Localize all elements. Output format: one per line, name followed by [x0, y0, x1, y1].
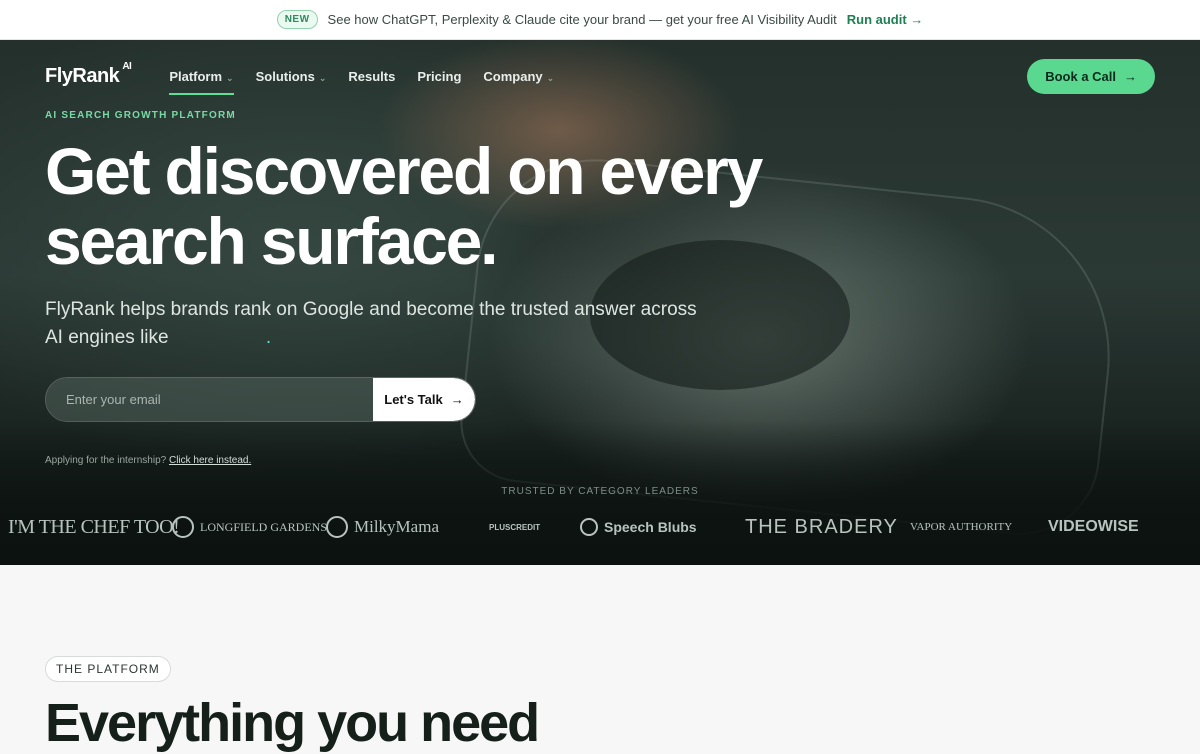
nav-platform[interactable]: Platform ⌄	[169, 63, 234, 95]
nav-links: Platform ⌄ Solutions ⌄ Results Pricing Com…	[169, 63, 554, 95]
arrow-right-icon: →	[450, 392, 464, 407]
trusted-label: TRUSTED BY CATEGORY LEADERS	[501, 486, 699, 497]
brand-logo-vapor-authority: VAPOR AUTHORITY	[910, 521, 1013, 533]
announcement-bar: NEW See how ChatGPT, Perplexity & Claude…	[0, 0, 1200, 40]
section-title: Everything you need	[45, 693, 540, 753]
chevron-down-icon: ⌄	[546, 72, 555, 83]
brand-logo-chef-too: I'M THE CHEF TOO!	[8, 515, 180, 538]
nav-pricing[interactable]: Pricing	[417, 63, 461, 90]
announcement-text: See how ChatGPT, Perplexity & Claude cit…	[327, 12, 837, 27]
chevron-down-icon: ⌄	[318, 72, 327, 83]
email-input[interactable]	[46, 378, 373, 421]
new-badge: NEW	[276, 10, 318, 29]
typing-indicator: .	[265, 327, 272, 348]
book-call-button[interactable]: Book a Call →	[1027, 58, 1155, 94]
brand-logo-videowise: VIDEOWISE	[1048, 518, 1139, 535]
logo[interactable]: FlyRank AI	[45, 61, 132, 88]
hero-subtitle: FlyRank helps brands rank on Google and …	[45, 299, 697, 348]
brand-logo-bradery: THE BRADERY	[745, 515, 898, 538]
chevron-down-icon: ⌄	[226, 72, 234, 83]
brand-logo-longfield: LONGFIELD GARDENS	[172, 516, 327, 538]
main-nav: FlyRank AI Platform ⌄ Solutions ⌄ Results P…	[45, 56, 1155, 96]
hero-section: FlyRank AI Platform ⌄ Solutions ⌄ Results P…	[0, 40, 1200, 565]
nav-solutions[interactable]: Solutions ⌄	[256, 63, 327, 90]
brand-logos: I'M THE CHEF TOO! LONGFIELD GARDENS Milk…	[0, 510, 1200, 544]
hero-eyebrow: AI SEARCH GROWTH PLATFORM	[45, 110, 236, 121]
nav-results[interactable]: Results	[348, 63, 395, 90]
email-form: Let's Talk→	[45, 377, 476, 422]
internship-link[interactable]: Click here instead.	[169, 455, 251, 466]
platform-pill: THE PLATFORM	[45, 656, 171, 682]
brand-logo-speech-blubs: Speech Blubs	[580, 518, 697, 536]
brand-logo-pluscredit: PLUSCREDIT	[489, 522, 541, 532]
arrow-right-icon: →	[1124, 68, 1137, 84]
hero-headline: Get discovered on every search surface.	[45, 134, 763, 278]
face-icon	[326, 516, 348, 538]
internship-note: Applying for the internship? Click here …	[45, 455, 252, 466]
brand-logo-milkymama: MilkyMama	[326, 516, 439, 538]
lets-talk-button[interactable]: Let's Talk →	[373, 378, 475, 421]
gear-icon	[580, 518, 598, 536]
nav-company[interactable]: Company ⌄	[483, 63, 554, 90]
leaf-icon	[172, 516, 194, 538]
run-audit-link[interactable]: Run audit →	[847, 12, 924, 27]
